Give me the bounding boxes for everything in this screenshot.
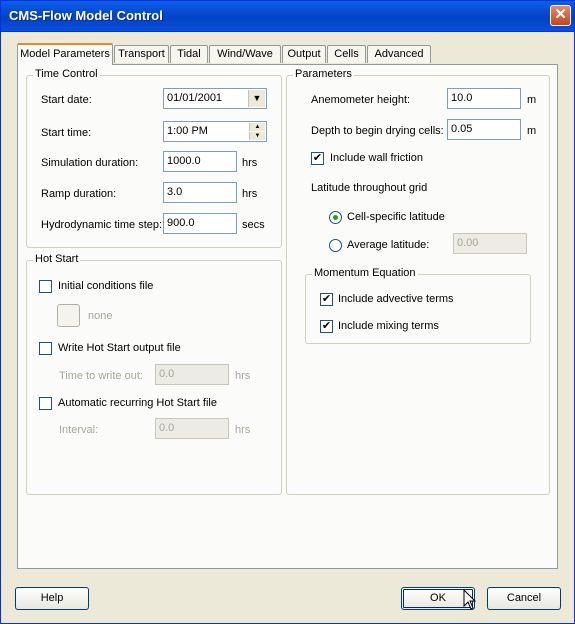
sim-duration-input[interactable]: 1000.0 bbox=[163, 151, 237, 172]
anemometer-label: Anemometer height: bbox=[311, 94, 411, 106]
initial-conditions-checkbox[interactable] bbox=[39, 280, 52, 293]
interval-unit: hrs bbox=[235, 424, 251, 436]
tab-output[interactable]: Output bbox=[282, 45, 326, 63]
title-bar: CMS-Flow Model Control ✕ bbox=[1, 1, 574, 32]
file-name-label: none bbox=[88, 310, 113, 322]
dialog-window: CMS-Flow Model Control ✕ Model Parameter… bbox=[0, 0, 575, 624]
start-date-picker[interactable]: 01/01/2001 ▼ bbox=[163, 88, 267, 109]
hot-start-title: Hot Start bbox=[33, 253, 81, 265]
mixing-terms-label: Include mixing terms bbox=[338, 320, 439, 332]
timestep-input[interactable]: 900.0 bbox=[163, 213, 237, 234]
help-button[interactable]: Help bbox=[15, 587, 89, 610]
select-file-button[interactable] bbox=[57, 304, 80, 327]
ramp-duration-label: Ramp duration: bbox=[41, 188, 117, 200]
initial-conditions-label: Initial conditions file bbox=[58, 280, 154, 292]
mouse-cursor-icon bbox=[463, 589, 477, 610]
window-title: CMS-Flow Model Control bbox=[9, 8, 163, 23]
time-to-write-unit: hrs bbox=[235, 370, 251, 382]
timestep-label: Hydrodynamic time step: bbox=[41, 219, 163, 231]
ramp-duration-input[interactable]: 3.0 bbox=[163, 182, 237, 203]
parameters-title: Parameters bbox=[293, 68, 354, 80]
start-time-label: Start time: bbox=[41, 127, 92, 139]
parameters-group: Parameters Anemometer height: 10.0 m Dep… bbox=[286, 68, 550, 495]
wall-friction-checkbox[interactable]: ✔ bbox=[311, 152, 324, 165]
close-icon: ✕ bbox=[554, 6, 567, 23]
anemometer-unit: m bbox=[527, 94, 537, 106]
time-to-write-input[interactable]: 0.0 bbox=[155, 364, 229, 385]
sim-duration-unit: hrs bbox=[242, 157, 258, 169]
sim-duration-label: Simulation duration: bbox=[41, 157, 139, 169]
advective-terms-label: Include advective terms bbox=[338, 293, 454, 305]
start-date-value: 01/01/2001 bbox=[167, 92, 223, 104]
hot-start-group: Hot Start Initial conditions file none W… bbox=[26, 253, 282, 495]
timestep-unit: secs bbox=[242, 219, 265, 231]
latitude-label: Latitude throughout grid bbox=[311, 182, 428, 194]
tab-advanced[interactable]: Advanced bbox=[367, 45, 431, 63]
interval-input[interactable]: 0.0 bbox=[155, 418, 229, 439]
tab-panel-model-parameters: Time Control Start date: 01/01/2001 ▼ St… bbox=[17, 64, 558, 569]
drying-depth-unit: m bbox=[527, 125, 537, 137]
momentum-equation-group: Momentum Equation ✔ Include advective te… bbox=[305, 267, 531, 344]
spin-down-icon[interactable]: ▼ bbox=[249, 132, 265, 140]
cancel-button[interactable]: Cancel bbox=[487, 587, 561, 610]
average-latitude-label: Average latitude: bbox=[347, 239, 430, 251]
drying-depth-label: Depth to begin drying cells: bbox=[311, 125, 444, 137]
drying-depth-input[interactable]: 0.05 bbox=[447, 119, 521, 140]
mixing-terms-checkbox[interactable]: ✔ bbox=[320, 320, 333, 333]
anemometer-input[interactable]: 10.0 bbox=[447, 88, 521, 109]
tab-wind-wave[interactable]: Wind/Wave bbox=[209, 45, 281, 63]
advective-terms-checkbox[interactable]: ✔ bbox=[320, 293, 333, 306]
tab-tidal[interactable]: Tidal bbox=[170, 45, 208, 63]
spin-up-icon[interactable]: ▲ bbox=[249, 123, 265, 131]
chevron-down-icon[interactable]: ▼ bbox=[248, 90, 265, 107]
auto-recurring-checkbox[interactable] bbox=[39, 397, 52, 410]
interval-label: Interval: bbox=[59, 424, 99, 436]
time-to-write-label: Time to write out: bbox=[59, 370, 143, 382]
close-button[interactable]: ✕ bbox=[550, 5, 571, 26]
auto-recurring-label: Automatic recurring Hot Start file bbox=[58, 397, 217, 409]
start-date-label: Start date: bbox=[41, 94, 92, 106]
wall-friction-label: Include wall friction bbox=[330, 152, 423, 164]
tab-model-parameters[interactable]: Model Parameters bbox=[17, 43, 113, 65]
write-hot-start-checkbox[interactable] bbox=[39, 342, 52, 355]
start-time-value: 1:00 PM bbox=[167, 125, 208, 137]
start-time-spinner[interactable]: 1:00 PM ▲ ▼ bbox=[163, 121, 267, 142]
average-latitude-radio[interactable] bbox=[329, 239, 342, 252]
tab-cells[interactable]: Cells bbox=[327, 45, 366, 63]
average-latitude-input[interactable]: 0.00 bbox=[453, 233, 527, 254]
cell-specific-latitude-radio[interactable] bbox=[329, 211, 342, 224]
tab-transport[interactable]: Transport bbox=[114, 45, 169, 63]
ramp-duration-unit: hrs bbox=[242, 188, 258, 200]
cell-specific-latitude-label: Cell-specific latitude bbox=[347, 211, 445, 223]
time-control-group: Time Control Start date: 01/01/2001 ▼ St… bbox=[26, 68, 282, 248]
write-hot-start-label: Write Hot Start output file bbox=[58, 342, 181, 354]
momentum-equation-title: Momentum Equation bbox=[312, 267, 418, 279]
time-control-title: Time Control bbox=[33, 68, 100, 80]
